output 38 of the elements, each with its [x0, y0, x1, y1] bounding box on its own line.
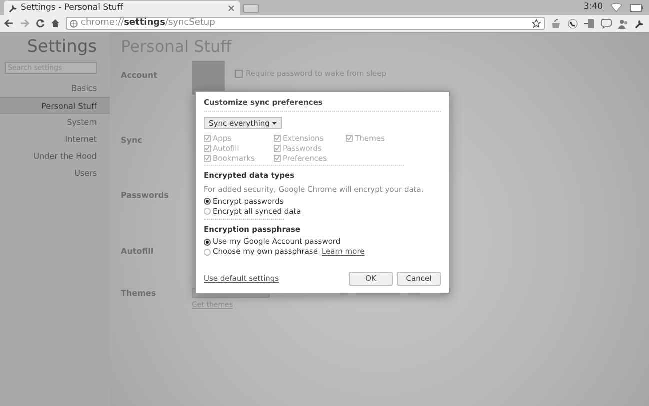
section-label: Autofill: [121, 246, 155, 258]
url-text: chrome://settings/syncSetup: [81, 16, 216, 30]
wrench-icon[interactable]: [635, 18, 645, 28]
globe-icon: [70, 20, 78, 28]
section-label: Account: [121, 70, 158, 82]
sidebar-title: Settings: [27, 37, 98, 57]
checkbox[interactable]: [204, 144, 211, 152]
phone-icon[interactable]: [568, 18, 578, 28]
radio-button[interactable]: [204, 248, 211, 256]
section-label: Themes: [121, 288, 158, 300]
address-bar[interactable]: chrome://settings/syncSetup: [66, 17, 545, 30]
home-icon[interactable]: [51, 19, 60, 28]
checkbox[interactable]: [274, 134, 281, 142]
nav-item[interactable]: Personal Stuff: [0, 97, 110, 114]
people-icon[interactable]: [618, 18, 629, 28]
back-icon[interactable]: [4, 19, 14, 28]
checkbox[interactable]: [235, 70, 243, 78]
checkbox[interactable]: [274, 144, 281, 152]
close-icon[interactable]: [228, 4, 235, 12]
forward-icon[interactable]: [20, 19, 30, 28]
checkbox[interactable]: [274, 154, 281, 162]
radio-button[interactable]: [204, 208, 211, 216]
section-label: Passwords: [121, 190, 170, 202]
wrench-icon: [9, 4, 18, 12]
checkbox[interactable]: [204, 134, 211, 142]
wifi-icon: [611, 3, 622, 12]
star-icon[interactable]: [532, 19, 541, 28]
browser-tab[interactable]: Settings - Personal Stuff: [4, 1, 240, 15]
checkbox[interactable]: [346, 134, 354, 142]
caret-icon: [272, 122, 277, 125]
reload-icon[interactable]: [36, 19, 45, 28]
section-label: Sync: [121, 135, 144, 147]
radio-button[interactable]: [204, 238, 211, 246]
checkbox[interactable]: [204, 154, 211, 162]
battery-icon: [630, 4, 643, 12]
radio-button[interactable]: [204, 198, 211, 206]
chat-icon[interactable]: [601, 18, 612, 28]
clock: 3:40: [584, 1, 603, 14]
